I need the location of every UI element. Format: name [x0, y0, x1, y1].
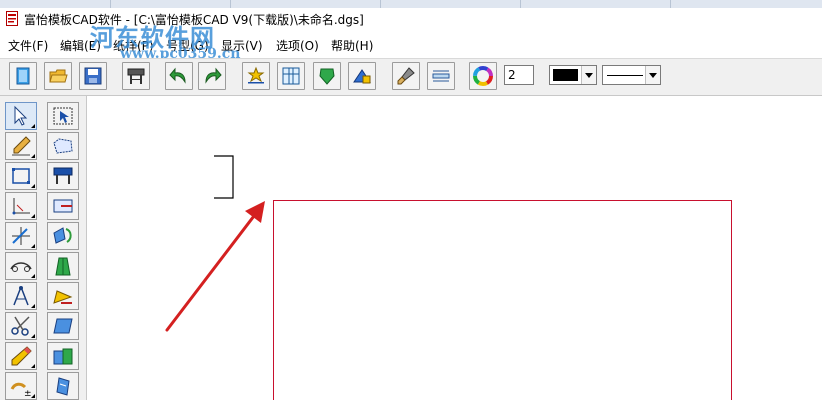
save-icon	[84, 67, 102, 85]
redo-button[interactable]	[198, 62, 226, 90]
edit-dart-icon	[53, 199, 73, 213]
transform-tool[interactable]	[47, 312, 79, 340]
taskbar-tab[interactable]	[520, 0, 671, 8]
fill-color-tool[interactable]	[47, 282, 79, 310]
rectangle-tool[interactable]	[5, 162, 37, 190]
plotter-button[interactable]	[122, 62, 150, 90]
layers-tool[interactable]	[47, 372, 79, 400]
compass-icon	[13, 286, 29, 306]
fold-tool[interactable]	[47, 342, 79, 370]
lock-button[interactable]	[348, 62, 376, 90]
taskbar-tab[interactable]	[0, 0, 111, 8]
star-mark-icon	[247, 66, 265, 84]
corner-axis-tool[interactable]	[5, 192, 37, 220]
menu-options[interactable]: 选项(O)	[276, 37, 319, 54]
brush-icon	[397, 67, 415, 85]
brush-button[interactable]	[392, 62, 420, 90]
ruler-panel-button[interactable]	[427, 62, 455, 90]
pencil-icon	[11, 346, 32, 366]
left-tool-panel: ±	[0, 96, 87, 400]
lock-icon	[353, 69, 371, 84]
transform-icon	[53, 318, 73, 334]
pen-icon	[12, 136, 31, 156]
save-file-button[interactable]	[79, 62, 107, 90]
pencil-tool[interactable]	[5, 342, 37, 370]
plotter-small-icon	[53, 167, 73, 184]
plotter-small-tool[interactable]	[47, 162, 79, 190]
color-select[interactable]	[549, 65, 597, 85]
line-style-preview	[607, 75, 643, 76]
pattern-grid-icon	[282, 67, 300, 85]
color-swatch	[553, 69, 578, 81]
measure-curve-icon	[10, 262, 32, 272]
line-width-input[interactable]	[504, 65, 534, 85]
open-file-button[interactable]	[44, 62, 72, 90]
corner-axis-icon	[12, 198, 30, 215]
new-file-icon	[16, 67, 30, 85]
undo-icon	[169, 67, 186, 84]
taskbar-tab[interactable]	[670, 0, 822, 8]
main-toolbar	[0, 58, 822, 96]
canvas-drawing	[165, 155, 732, 403]
plotter-icon	[127, 68, 145, 84]
ruler-icon	[432, 70, 450, 82]
shield-icon	[319, 68, 335, 85]
arrow-pointer-icon	[14, 105, 28, 126]
redo-icon	[205, 67, 222, 84]
document-icon	[6, 11, 18, 26]
scissors-tool[interactable]	[5, 312, 37, 340]
color-wheel-button[interactable]	[469, 62, 497, 90]
plus-minus-tool[interactable]: ±	[5, 372, 37, 400]
compass-tool[interactable]	[5, 282, 37, 310]
taskbar-strip	[0, 0, 822, 8]
color-wheel-icon	[473, 66, 493, 86]
layers-icon	[56, 377, 70, 396]
crosshair-tool[interactable]	[5, 222, 37, 250]
new-file-button[interactable]	[9, 62, 37, 90]
plus-minus-icon: ±	[10, 382, 32, 397]
chevron-down-icon[interactable]	[581, 66, 596, 84]
pattern-piece-tool[interactable]	[47, 132, 79, 160]
pattern-piece-icon	[53, 138, 73, 154]
edit-dart-tool[interactable]	[47, 192, 79, 220]
open-folder-icon	[49, 69, 68, 83]
fold-icon	[53, 348, 73, 365]
menu-file[interactable]: 文件(F)	[8, 37, 48, 54]
body-figure-tool[interactable]	[47, 252, 79, 280]
fill-color-icon	[53, 290, 73, 304]
menu-help[interactable]: 帮助(H)	[331, 37, 373, 54]
mark-points-button[interactable]	[242, 62, 270, 90]
pattern-view-button[interactable]	[277, 62, 305, 90]
rotate-copy-icon	[53, 227, 72, 244]
line-style-select[interactable]	[602, 65, 661, 85]
rotate-copy-tool[interactable]	[47, 222, 79, 250]
body-figure-icon	[55, 257, 71, 276]
select-box-icon	[53, 107, 73, 125]
crosshair-icon	[12, 227, 30, 245]
select-box-tool[interactable]	[47, 102, 79, 130]
taskbar-tab[interactable]	[110, 0, 231, 8]
taskbar-tab[interactable]	[230, 0, 381, 8]
chevron-down-icon[interactable]	[645, 66, 660, 84]
taskbar-tab[interactable]	[380, 0, 521, 8]
shield-button[interactable]	[313, 62, 341, 90]
undo-button[interactable]	[165, 62, 193, 90]
select-arrow-tool[interactable]	[5, 102, 37, 130]
annotation-arrow	[165, 201, 265, 332]
paper-boundary	[273, 200, 732, 403]
pen-tool[interactable]	[5, 132, 37, 160]
selection-bracket	[214, 155, 234, 199]
scissors-icon	[11, 316, 30, 336]
drawing-canvas[interactable]	[87, 96, 822, 403]
measure-curve-tool[interactable]	[5, 252, 37, 280]
rectangle-icon	[12, 168, 30, 184]
